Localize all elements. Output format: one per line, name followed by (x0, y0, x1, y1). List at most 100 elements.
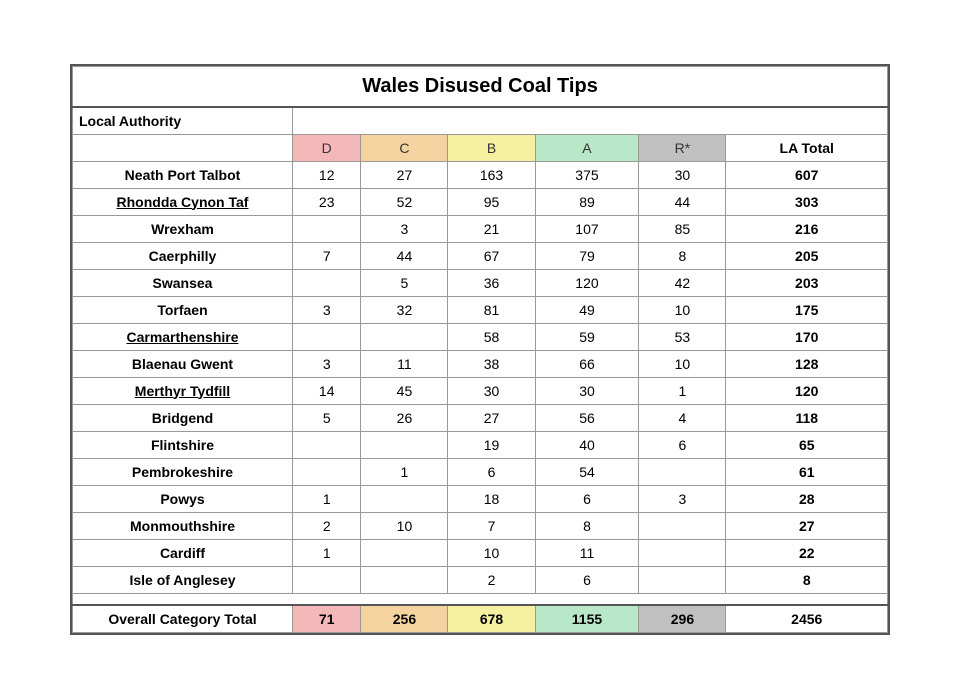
header-r: R* (639, 134, 726, 161)
c-val (361, 566, 448, 593)
table-row: Flintshire 19 40 6 65 (73, 431, 888, 458)
totals-label: Overall Category Total (73, 605, 293, 633)
col-header-row: D C B A R* LA Total (73, 134, 888, 161)
la-name: Caerphilly (73, 242, 293, 269)
d-val: 14 (293, 377, 361, 404)
d-val: 12 (293, 161, 361, 188)
total-val: 216 (726, 215, 888, 242)
r-val: 3 (639, 485, 726, 512)
table-row: Pembrokeshire 1 6 54 61 (73, 458, 888, 485)
d-val: 5 (293, 404, 361, 431)
la-name: Flintshire (73, 431, 293, 458)
total-val: 28 (726, 485, 888, 512)
c-val: 3 (361, 215, 448, 242)
total-a: 1155 (535, 605, 639, 633)
total-grand: 2456 (726, 605, 888, 633)
r-val: 6 (639, 431, 726, 458)
table-row: Neath Port Talbot 12 27 163 375 30 607 (73, 161, 888, 188)
r-val: 10 (639, 350, 726, 377)
table-row: Cardiff 1 10 11 22 (73, 539, 888, 566)
table-row: Powys 1 18 6 3 28 (73, 485, 888, 512)
total-val: 120 (726, 377, 888, 404)
la-name: Cardiff (73, 539, 293, 566)
b-val: 58 (448, 323, 535, 350)
c-val (361, 431, 448, 458)
table-row: Monmouthshire 2 10 7 8 27 (73, 512, 888, 539)
table-row: Torfaen 3 32 81 49 10 175 (73, 296, 888, 323)
la-name: Merthyr Tydfill (73, 377, 293, 404)
a-val: 30 (535, 377, 639, 404)
total-val: 8 (726, 566, 888, 593)
r-val: 1 (639, 377, 726, 404)
total-val: 205 (726, 242, 888, 269)
total-b: 678 (448, 605, 535, 633)
table-row: Merthyr Tydfill 14 45 30 30 1 120 (73, 377, 888, 404)
c-val: 44 (361, 242, 448, 269)
c-val: 10 (361, 512, 448, 539)
b-val: 18 (448, 485, 535, 512)
d-val (293, 566, 361, 593)
d-val: 3 (293, 296, 361, 323)
a-val: 375 (535, 161, 639, 188)
c-val: 32 (361, 296, 448, 323)
d-val: 2 (293, 512, 361, 539)
spacer-row (73, 593, 888, 605)
total-val: 175 (726, 296, 888, 323)
d-val: 1 (293, 539, 361, 566)
total-r: 296 (639, 605, 726, 633)
d-val: 1 (293, 485, 361, 512)
c-val: 27 (361, 161, 448, 188)
a-val: 107 (535, 215, 639, 242)
total-d: 71 (293, 605, 361, 633)
c-val: 5 (361, 269, 448, 296)
d-val (293, 215, 361, 242)
la-name: Swansea (73, 269, 293, 296)
r-val: 4 (639, 404, 726, 431)
table-row: Caerphilly 7 44 67 79 8 205 (73, 242, 888, 269)
b-val: 6 (448, 458, 535, 485)
title-row: Wales Disused Coal Tips (73, 66, 888, 107)
b-val: 2 (448, 566, 535, 593)
la-name: Bridgend (73, 404, 293, 431)
a-val: 59 (535, 323, 639, 350)
total-val: 128 (726, 350, 888, 377)
la-name: Blaenau Gwent (73, 350, 293, 377)
table-row: Rhondda Cynon Taf 23 52 95 89 44 303 (73, 188, 888, 215)
c-val: 45 (361, 377, 448, 404)
r-val (639, 566, 726, 593)
total-val: 170 (726, 323, 888, 350)
table-row: Carmarthenshire 58 59 53 170 (73, 323, 888, 350)
la-name: Neath Port Talbot (73, 161, 293, 188)
total-val: 22 (726, 539, 888, 566)
d-val (293, 269, 361, 296)
r-val: 85 (639, 215, 726, 242)
d-val: 23 (293, 188, 361, 215)
b-val: 7 (448, 512, 535, 539)
header-d: D (293, 134, 361, 161)
table-row: Isle of Anglesey 2 6 8 (73, 566, 888, 593)
a-val: 8 (535, 512, 639, 539)
b-val: 38 (448, 350, 535, 377)
b-val: 27 (448, 404, 535, 431)
local-auth-header: Local Authority (73, 107, 293, 135)
b-val: 67 (448, 242, 535, 269)
a-val: 120 (535, 269, 639, 296)
a-val: 6 (535, 566, 639, 593)
b-val: 163 (448, 161, 535, 188)
empty-header-cell (73, 134, 293, 161)
la-name: Rhondda Cynon Taf (73, 188, 293, 215)
total-val: 61 (726, 458, 888, 485)
col-header-subrow: Local Authority (73, 107, 888, 135)
c-val (361, 539, 448, 566)
b-val: 30 (448, 377, 535, 404)
d-val: 3 (293, 350, 361, 377)
header-a: A (535, 134, 639, 161)
a-val: 54 (535, 458, 639, 485)
table-row: Blaenau Gwent 3 11 38 66 10 128 (73, 350, 888, 377)
r-val (639, 539, 726, 566)
total-val: 607 (726, 161, 888, 188)
a-val: 66 (535, 350, 639, 377)
d-val (293, 458, 361, 485)
a-val: 79 (535, 242, 639, 269)
la-name: Carmarthenshire (73, 323, 293, 350)
